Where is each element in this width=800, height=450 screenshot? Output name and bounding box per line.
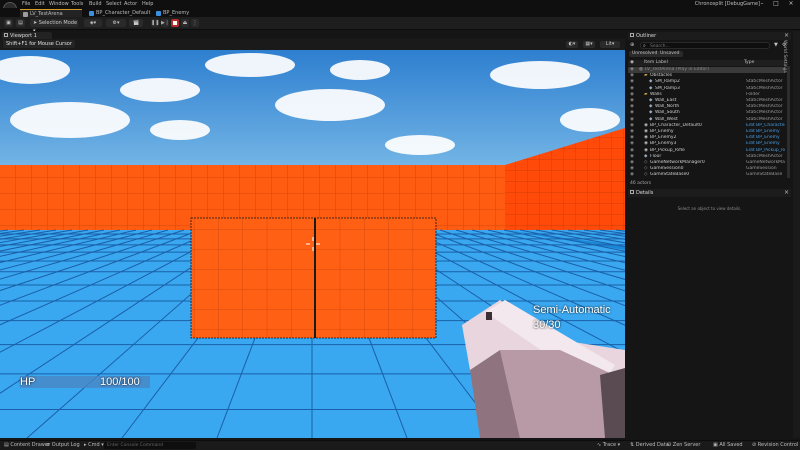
- content-drawer-button[interactable]: ▤ Content Drawer: [4, 441, 50, 449]
- outliner-header: Outliner ×: [628, 32, 791, 40]
- filter-unsaved[interactable]: Unsaved: [657, 51, 683, 57]
- col-type[interactable]: Type: [744, 60, 754, 66]
- search-icon: ⌕: [643, 43, 646, 49]
- derived-data-button[interactable]: ⇅ Derived Data: [630, 441, 669, 449]
- eye-column-icon: ◉: [630, 60, 634, 65]
- minimize-icon[interactable]: –: [756, 0, 768, 8]
- revision-control-label: Revision Control: [757, 442, 799, 448]
- output-log-label: Output Log: [51, 442, 80, 448]
- all-saved-label: All Saved: [719, 442, 743, 448]
- zen-server-label: Zen Server: [672, 442, 701, 448]
- trace-label: Trace: [602, 442, 617, 448]
- cmd-dropdown[interactable]: ▸ Cmd ▾: [84, 441, 104, 449]
- app-title: Chronosplit [DebugGame]: [694, 1, 760, 7]
- details-empty-message: Select an object to view details.: [677, 206, 742, 211]
- outliner-title: Outliner: [636, 33, 657, 39]
- actor-icon: ◇: [644, 172, 648, 178]
- world-settings-label: World Settings: [782, 40, 787, 73]
- content-drawer-label: Content Drawer: [10, 442, 50, 448]
- close-icon[interactable]: ×: [785, 0, 797, 8]
- cmd-label: Cmd: [88, 442, 100, 448]
- output-log-button[interactable]: ≡ Output Log: [46, 441, 80, 449]
- add-filter-icon[interactable]: ⊕: [630, 42, 638, 49]
- outliner-search-input[interactable]: ⌕ Search...: [640, 42, 770, 49]
- details-header: Details ×: [628, 189, 791, 197]
- ammo-counter: 30/30: [533, 319, 561, 331]
- viewport-icon: [4, 33, 8, 37]
- close-details-icon[interactable]: ×: [784, 189, 789, 196]
- actor-count: 46 actors: [630, 181, 652, 186]
- world-settings-side-tab[interactable]: World Settings: [782, 40, 787, 73]
- menu-actor[interactable]: Actor: [124, 1, 137, 7]
- menu-help[interactable]: Help: [142, 1, 153, 7]
- cursor-icon: ➤: [33, 20, 38, 26]
- outliner-icon: [630, 33, 634, 37]
- game-viewport[interactable]: HP 100/100 Semi-Automatic 30/30: [0, 50, 625, 438]
- side-tab-strip: [793, 31, 800, 438]
- menu-select[interactable]: Select: [106, 1, 121, 7]
- stop-icon[interactable]: [171, 19, 179, 27]
- add-actor-icon[interactable]: ◈▾: [84, 19, 102, 27]
- maximize-icon[interactable]: □: [770, 0, 782, 8]
- filter-unresolved[interactable]: Unresolved: [629, 51, 661, 57]
- cinematics-icon[interactable]: 🎬︎: [129, 19, 143, 27]
- tab-label: BP_Enemy: [163, 10, 190, 16]
- selection-mode-dropdown[interactable]: ➤ Selection Mode ▾: [30, 19, 78, 34]
- details-title: Details: [636, 190, 654, 196]
- close-outliner-icon[interactable]: ×: [784, 32, 789, 39]
- weapon-mode-label: Semi-Automatic: [533, 304, 611, 316]
- outliner-row[interactable]: ◉ ◇ GameStateBase0 GameStateBase: [628, 172, 785, 178]
- menu-build[interactable]: Build: [89, 1, 102, 7]
- outliner-row-label: GameStateBase0: [650, 172, 690, 178]
- menu-tools[interactable]: Tools: [71, 1, 83, 7]
- filter-icon[interactable]: ▼: [774, 42, 778, 48]
- mouse-cursor-notice: Shift+F1 for Mouse Cursor: [3, 40, 75, 48]
- console-command-input[interactable]: Enter Console Command: [104, 442, 196, 449]
- tab-bp-enemy[interactable]: BP_Enemy: [153, 9, 193, 17]
- all-saved-button[interactable]: ▣ All Saved: [713, 441, 743, 449]
- outliner-column-header: ◉ Item Label Type: [628, 60, 785, 66]
- more-options-icon[interactable]: ⋮: [191, 19, 199, 27]
- camera-options-icon[interactable]: ◐▾: [566, 41, 578, 48]
- visibility-eye-icon[interactable]: ◉: [630, 172, 634, 178]
- menu-edit[interactable]: Edit: [35, 1, 45, 7]
- tab-label: BP_Character_Default: [96, 10, 151, 16]
- selection-mode-label: Selection Mode: [38, 20, 78, 26]
- viewport-toolbar: [0, 39, 625, 50]
- zen-server-button[interactable]: ⛁ Zen Server: [667, 441, 700, 449]
- hp-value: 100/100: [100, 376, 140, 388]
- view-mode-dropdown[interactable]: Lit▾: [600, 41, 620, 48]
- view-mode-label: Lit: [605, 41, 612, 47]
- tab-lv-testarena[interactable]: LV_TestArena: [20, 9, 82, 17]
- blueprint-icon: [89, 11, 94, 16]
- revision-control-button[interactable]: ⊘ Revision Control: [752, 441, 798, 449]
- skip-frame-icon[interactable]: ▶❘: [161, 19, 169, 27]
- menu-file[interactable]: File: [22, 1, 30, 7]
- pause-icon[interactable]: ❚❚: [151, 19, 159, 27]
- derived-data-label: Derived Data: [635, 442, 669, 448]
- details-icon: [630, 190, 634, 194]
- menu-window[interactable]: Window: [49, 1, 69, 7]
- content-browser-icon[interactable]: ▤: [16, 19, 25, 27]
- col-item-label[interactable]: Item Label: [644, 60, 668, 66]
- trace-button[interactable]: ∿ Trace ▾: [597, 441, 620, 449]
- perspective-icon[interactable]: ▦▾: [583, 41, 595, 48]
- search-placeholder: Search...: [650, 43, 670, 49]
- tab-viewport-1[interactable]: Viewport 1: [2, 32, 52, 39]
- outliner-row-type: GameStateBase: [746, 172, 783, 178]
- blueprint-icon: [156, 11, 161, 16]
- outliner-scrollbar[interactable]: [787, 66, 790, 178]
- blueprint-menu-icon[interactable]: ⚙▾: [106, 19, 126, 27]
- viewport-tab-bar: [0, 31, 625, 39]
- hp-label: HP: [20, 376, 36, 388]
- save-icon[interactable]: ▣: [4, 19, 13, 27]
- tab-bp-character-default[interactable]: BP_Character_Default: [86, 9, 150, 17]
- eject-icon[interactable]: ⏏: [181, 19, 189, 27]
